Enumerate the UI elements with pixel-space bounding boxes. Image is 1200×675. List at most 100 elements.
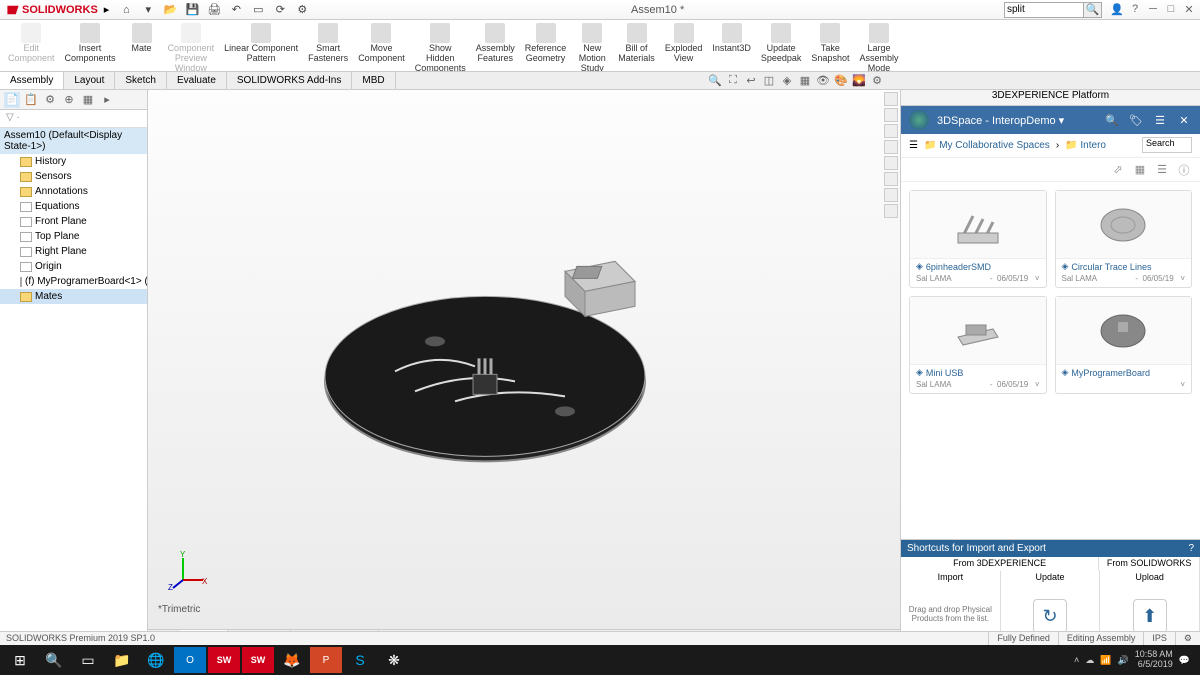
ribbon-mate[interactable]: Mate <box>122 22 162 55</box>
search-button[interactable]: 🔍 <box>1084 2 1102 18</box>
file-explorer-icon[interactable]: 📁 <box>106 647 138 673</box>
shortcuts-help-icon[interactable]: ? <box>1188 543 1194 554</box>
tree-node-equations[interactable]: Equations <box>0 199 147 214</box>
menu-icon[interactable]: ☰ <box>1152 114 1168 127</box>
ribbon-bill-of[interactable]: Bill ofMaterials <box>614 22 659 65</box>
zoom-area-icon[interactable]: ⛶ <box>726 74 740 88</box>
task-view-icon[interactable]: ▭ <box>72 647 104 673</box>
powerpoint-icon[interactable]: P <box>310 647 342 673</box>
ribbon-move[interactable]: MoveComponent <box>354 22 409 65</box>
close-icon[interactable]: ✕ <box>1182 3 1196 16</box>
tree-root[interactable]: Assem10 (Default<Display State-1>) <box>0 128 147 154</box>
card-circular-trace-lines[interactable]: ◈ Circular Trace LinesSal LAMA- 06/05/19… <box>1055 190 1193 288</box>
zoom-fit-icon[interactable]: 🔍 <box>708 74 722 88</box>
search-input[interactable] <box>1004 2 1084 18</box>
ribbon-large[interactable]: LargeAssemblyMode <box>855 22 902 72</box>
minimize-icon[interactable]: ─ <box>1146 3 1160 16</box>
tree-node-history[interactable]: History <box>0 154 147 169</box>
close-panel-icon[interactable]: ✕ <box>1176 114 1192 127</box>
start-button[interactable]: ⊞ <box>4 647 36 673</box>
section-view-icon[interactable]: ◫ <box>762 74 776 88</box>
ribbon-linear-component[interactable]: Linear ComponentPattern <box>220 22 302 65</box>
tray-network-icon[interactable]: 📶 <box>1100 655 1111 666</box>
crumb-menu-icon[interactable]: ☰ <box>909 140 918 151</box>
ribbon-reference[interactable]: ReferenceGeometry <box>521 22 571 65</box>
chrome-icon[interactable]: 🌐 <box>140 647 172 673</box>
undo-icon[interactable]: ↶ <box>227 2 245 18</box>
tree-node-front-plane[interactable]: Front Plane <box>0 214 147 229</box>
crumb-root[interactable]: 📁 My Collaborative Spaces <box>924 140 1050 151</box>
help-icon[interactable]: ? <box>1128 3 1142 16</box>
tree-node-right-plane[interactable]: Right Plane <box>0 244 147 259</box>
pointer-icon[interactable]: ⬀ <box>1110 162 1126 178</box>
list-view-icon[interactable]: ☰ <box>1154 162 1170 178</box>
tp-resources-icon[interactable] <box>884 108 898 122</box>
tp-design-lib-icon[interactable] <box>884 124 898 138</box>
tree-node--f-myprogramerboard-1-defa[interactable]: (f) MyProgramerBoard<1> (Defa <box>0 274 147 289</box>
ribbon-exploded[interactable]: ExplodedView <box>661 22 707 65</box>
ribbon-instant3d[interactable]: Instant3D <box>708 22 755 55</box>
appearance-icon[interactable]: 🎨 <box>834 74 848 88</box>
tp-file-explorer-icon[interactable] <box>884 140 898 154</box>
tray-cloud-icon[interactable]: ☁ <box>1085 655 1094 666</box>
ribbon-smart[interactable]: SmartFasteners <box>304 22 352 65</box>
ribbon-show[interactable]: ShowHiddenComponents <box>411 22 470 72</box>
fm-tab-more-icon[interactable]: ▸ <box>99 92 115 108</box>
rebuild-icon[interactable]: ⟳ <box>271 2 289 18</box>
firefox-icon[interactable]: 🦊 <box>276 647 308 673</box>
fm-tab-feature-icon[interactable]: 📄 <box>4 92 20 108</box>
tray-up-icon[interactable]: ˄ <box>1074 655 1079 665</box>
card-myprogramerboard[interactable]: ◈ MyProgramerBoard˅ <box>1055 296 1193 394</box>
fm-tab-property-icon[interactable]: 📋 <box>23 92 39 108</box>
open-icon[interactable]: 📂 <box>161 2 179 18</box>
compass-icon[interactable] <box>909 110 929 130</box>
tp-home-icon[interactable] <box>884 92 898 106</box>
tree-node-origin[interactable]: Origin <box>0 259 147 274</box>
update-button[interactable]: ↻ <box>1033 599 1067 633</box>
home-icon[interactable]: ⌂ <box>117 2 135 18</box>
tree-node-sensors[interactable]: Sensors <box>0 169 147 184</box>
fm-tab-config-icon[interactable]: ⚙ <box>42 92 58 108</box>
tree-node-top-plane[interactable]: Top Plane <box>0 229 147 244</box>
tab-evaluate[interactable]: Evaluate <box>167 72 227 89</box>
grid-view-icon[interactable]: ▦ <box>1132 162 1148 178</box>
info-icon[interactable]: ⓘ <box>1176 162 1192 178</box>
options-icon[interactable]: ⚙ <box>293 2 311 18</box>
tab-layout[interactable]: Layout <box>64 72 115 89</box>
search-taskbar-icon[interactable]: 🔍 <box>38 647 70 673</box>
tab-solidworks-add-ins[interactable]: SOLIDWORKS Add-Ins <box>227 72 352 89</box>
clock[interactable]: 10:58 AM 6/5/2019 <box>1135 650 1173 670</box>
display-style-icon[interactable]: ▦ <box>798 74 812 88</box>
skype-icon[interactable]: S <box>344 647 376 673</box>
sw-task-icon-2[interactable]: SW <box>242 647 274 673</box>
ribbon-update[interactable]: UpdateSpeedpak <box>757 22 806 65</box>
user-icon[interactable]: 👤 <box>1110 3 1124 16</box>
notification-icon[interactable]: 💬 <box>1179 655 1190 666</box>
tab-mbd[interactable]: MBD <box>352 72 395 89</box>
tab-sketch[interactable]: Sketch <box>115 72 167 89</box>
space-title[interactable]: 3DSpace - InteropDemo ▾ <box>937 114 1096 127</box>
tab-assembly[interactable]: Assembly <box>0 72 64 89</box>
crumb-current[interactable]: 📁 Intero <box>1065 140 1106 151</box>
settings-taskbar-icon[interactable]: ❋ <box>378 647 410 673</box>
save-icon[interactable]: 💾 <box>183 2 201 18</box>
card-6pinheadersmd[interactable]: ◈ 6pinheaderSMDSal LAMA- 06/05/19 ˅ <box>909 190 1047 288</box>
restore-icon[interactable]: □ <box>1164 3 1178 16</box>
tree-node-annotations[interactable]: Annotations <box>0 184 147 199</box>
new-icon[interactable]: ▾ <box>139 2 157 18</box>
qat-dropdown[interactable]: ▸ <box>104 3 110 16</box>
print-icon[interactable]: 🖨 <box>205 2 223 18</box>
ribbon-assembly[interactable]: AssemblyFeatures <box>472 22 519 65</box>
tree-node-mates[interactable]: Mates <box>0 289 147 304</box>
prev-view-icon[interactable]: ↩ <box>744 74 758 88</box>
status-custom-icon[interactable]: ⚙ <box>1175 632 1200 645</box>
fm-tab-display-icon[interactable]: ▦ <box>80 92 96 108</box>
tp-view-palette-icon[interactable] <box>884 156 898 170</box>
card-mini-usb[interactable]: ◈ Mini USBSal LAMA- 06/05/19 ˅ <box>909 296 1047 394</box>
view-orient-icon[interactable]: ◈ <box>780 74 794 88</box>
scene-icon[interactable]: 🌄 <box>852 74 866 88</box>
status-units[interactable]: IPS <box>1143 632 1175 645</box>
tray-volume-icon[interactable]: 🔊 <box>1118 655 1129 666</box>
view-settings-icon[interactable]: ⚙ <box>870 74 884 88</box>
search-space-icon[interactable]: 🔍 <box>1104 114 1120 127</box>
